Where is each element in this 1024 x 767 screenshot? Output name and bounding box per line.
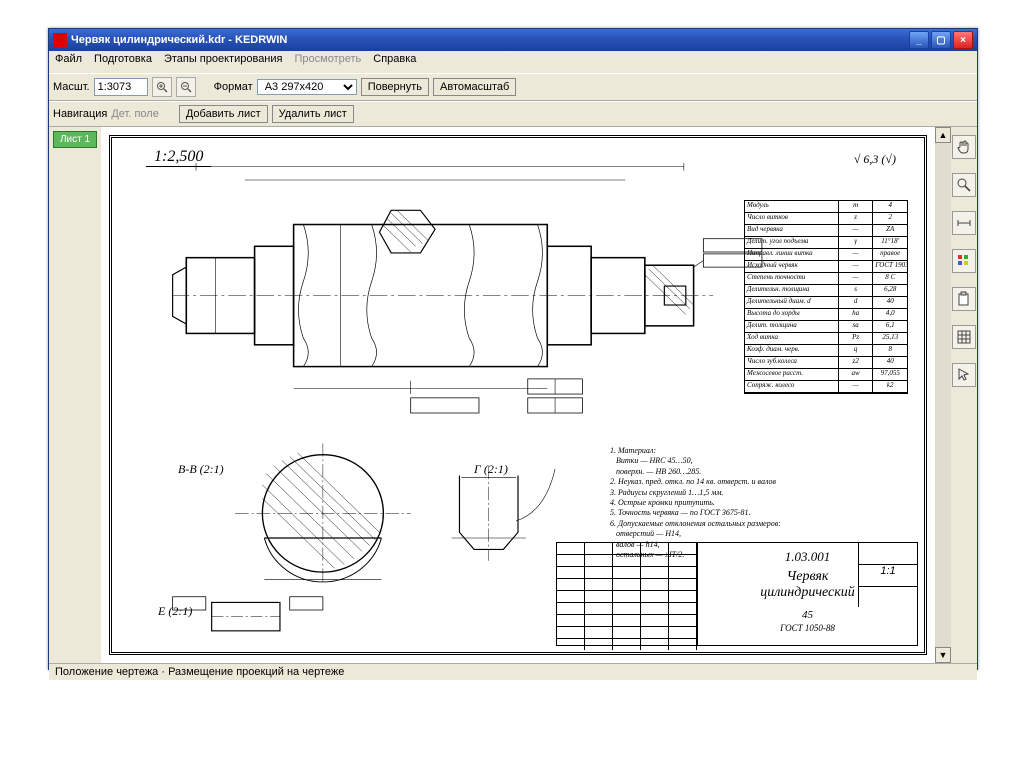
minimize-button[interactable]: _ xyxy=(909,31,929,49)
scale-input[interactable] xyxy=(94,78,148,96)
drawing-frame: 1:2,500 √ 6,3 (√) В-В (2:1) Г (2:1) Е (2… xyxy=(109,135,927,655)
menu-file[interactable]: Файл xyxy=(55,53,82,71)
scale-label: Масшт. xyxy=(53,81,90,93)
format-label: Формат xyxy=(214,81,253,93)
zoom-in-icon[interactable] xyxy=(152,77,172,97)
menubar: Файл Подготовка Этапы проектирования Про… xyxy=(49,51,977,73)
titlebar: Червяк цилиндрический.kdr - KEDRWIN _ ▢ … xyxy=(49,29,977,51)
menu-prepare[interactable]: Подготовка xyxy=(94,53,152,71)
sheet-tab-1[interactable]: Лист 1 xyxy=(53,131,97,148)
pointer-icon[interactable] xyxy=(952,363,976,387)
sheet-tabs: Лист 1 xyxy=(49,127,101,663)
drawing-canvas[interactable]: 1:2,500 √ 6,3 (√) В-В (2:1) Г (2:1) Е (2… xyxy=(101,127,935,663)
grid-icon[interactable] xyxy=(952,325,976,349)
navigate-label[interactable]: Навигация xyxy=(53,108,107,120)
statusbar: Положение чертежа · Размещение проекций … xyxy=(49,663,977,680)
palette-icon[interactable] xyxy=(952,249,976,273)
title-block: 1.03.001 Червяк цилиндрический 45 ГОСТ 1… xyxy=(556,542,918,646)
status-text: Положение чертежа · Размещение проекций … xyxy=(55,666,344,678)
toolbar-scale: Масшт. Формат А3 297x420 Повернуть Автом… xyxy=(49,73,977,101)
scroll-down-icon[interactable]: ▼ xyxy=(935,647,951,663)
rotate-button[interactable]: Повернуть xyxy=(361,78,429,96)
app-icon xyxy=(53,33,67,47)
format-select[interactable]: А3 297x420 xyxy=(257,79,357,95)
tb-material: 45 xyxy=(698,609,917,621)
zoom-tool-icon[interactable] xyxy=(952,173,976,197)
parameter-table: Модульm4Число витковz2Вид червяка—ZAДели… xyxy=(744,200,908,394)
dimension-tool-icon[interactable] xyxy=(952,211,976,235)
remove-sheet-button[interactable]: Удалить лист xyxy=(272,105,354,123)
close-button[interactable]: × xyxy=(953,31,973,49)
drilldown-label: Дет. поле xyxy=(111,108,159,120)
surface-note: √ 6,3 (√) xyxy=(854,152,896,167)
menu-view: Просмотреть xyxy=(295,53,362,71)
autofit-button[interactable]: Автомасштаб xyxy=(433,78,516,96)
toolbar-edit: Навигация Дет. поле Добавить лист Удалит… xyxy=(49,101,977,127)
window-title: Червяк цилиндрический.kdr - KEDRWIN xyxy=(71,34,909,46)
view-bb-label: В-В (2:1) xyxy=(178,462,224,477)
add-sheet-button[interactable]: Добавить лист xyxy=(179,105,268,123)
scroll-up-icon[interactable]: ▲ xyxy=(935,127,951,143)
menu-help[interactable]: Справка xyxy=(373,53,416,71)
view-g-label: Г (2:1) xyxy=(474,462,508,477)
app-window: Червяк цилиндрический.kdr - KEDRWIN _ ▢ … xyxy=(48,28,978,670)
maximize-button[interactable]: ▢ xyxy=(931,31,951,49)
zoom-out-icon[interactable] xyxy=(176,77,196,97)
right-toolbox xyxy=(951,127,977,663)
view-e-label: Е (2:1) xyxy=(158,604,192,619)
drawing-scale-label: 1:2,500 xyxy=(146,148,211,167)
clipboard-icon[interactable] xyxy=(952,287,976,311)
vertical-scrollbar[interactable]: ▲ ▼ xyxy=(935,127,951,663)
hand-icon[interactable] xyxy=(952,135,976,159)
tb-gost: ГОСТ 1050-88 xyxy=(698,623,917,633)
menu-stages[interactable]: Этапы проектирования xyxy=(164,53,283,71)
